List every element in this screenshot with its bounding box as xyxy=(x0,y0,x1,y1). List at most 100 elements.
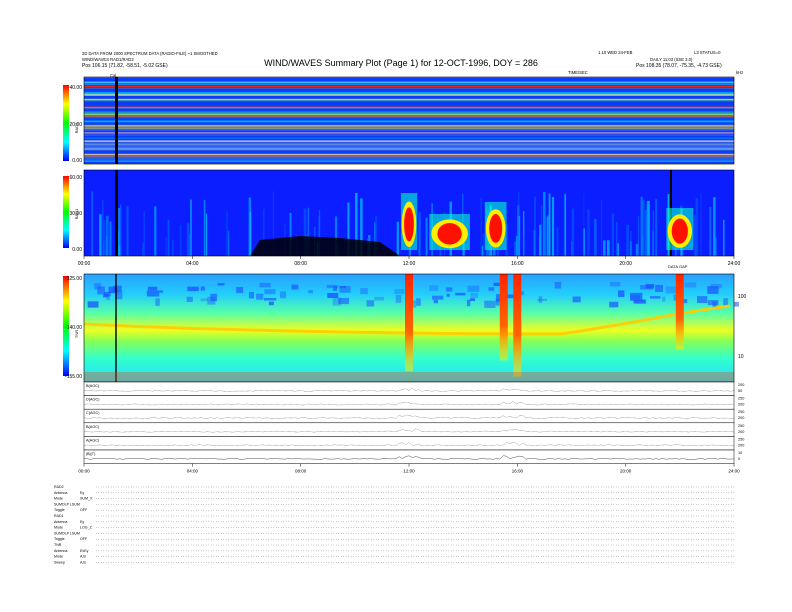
tnr-streak xyxy=(496,294,500,302)
rad2-band xyxy=(84,91,734,93)
trace-panel-frame xyxy=(83,408,735,424)
footer-row-value: A,B xyxy=(80,555,86,559)
tnr-streak xyxy=(263,297,277,301)
rad1-streak xyxy=(655,199,657,256)
tnr-streak xyxy=(146,290,160,297)
rad1-streak xyxy=(564,194,566,256)
footer-row-label: SUMDLP LSUM xyxy=(54,502,80,506)
trace-xtick-label: 04:00 xyxy=(187,469,199,474)
trace-right-tick: 200 xyxy=(738,430,744,434)
footer-row-label: SUMDLP LSUM xyxy=(54,531,80,535)
trace-panel-frame xyxy=(83,381,735,396)
tnr-burst xyxy=(405,274,413,372)
rad2-band xyxy=(84,113,734,115)
tnr-low-band xyxy=(84,372,734,382)
rad1-xtick-label: 24:00 xyxy=(728,261,741,267)
rad2-band xyxy=(84,157,734,159)
trace-panel-frame xyxy=(83,449,735,464)
rad2-feature-band xyxy=(84,98,734,101)
tnr-streak xyxy=(200,298,209,302)
rad1-streak xyxy=(640,196,643,256)
rad2-band xyxy=(84,147,734,149)
tnr-streak xyxy=(217,283,225,286)
rad1-cal-gap xyxy=(115,170,118,256)
tnr-streak xyxy=(538,296,543,303)
rad1-streak xyxy=(189,199,192,256)
tnr-streak xyxy=(187,286,199,292)
rad1-panel: RAD1 60.00 30.00 0.00 DATA GAP 00:00 04:0… xyxy=(63,169,741,269)
rad1-xtick-label: 20:00 xyxy=(619,261,632,267)
trace-right-tick: 200 xyxy=(738,403,744,407)
rad2-band xyxy=(84,129,734,131)
rad1-streak xyxy=(539,224,542,256)
tnr-streak xyxy=(236,286,244,294)
tnr-streak xyxy=(394,289,405,294)
footer-row-label: Toggle xyxy=(54,508,65,512)
rad1-streak xyxy=(518,192,520,256)
rad1-streak xyxy=(480,197,482,256)
rad1-annotation: DATA GAP xyxy=(668,264,688,269)
tnr-panel: TNR -125.00 -140.00 -155.00 100 10 xyxy=(63,273,747,383)
rad1-streak xyxy=(547,214,550,256)
trace-right-tick: 0 xyxy=(738,457,740,461)
rad1-streak xyxy=(533,230,536,256)
rad1-burst-peak xyxy=(489,214,503,243)
footer-row-value: Ey xyxy=(80,520,84,524)
tnr-streak xyxy=(572,296,581,303)
footer-row-label: Sweep xyxy=(54,560,65,564)
trace-right-tick: 250 xyxy=(738,424,744,428)
trace-right-tick: 50 xyxy=(738,389,742,393)
rad1-xtick-label: 16:00 xyxy=(511,261,524,267)
tnr-streak xyxy=(429,285,439,291)
rad1-streak xyxy=(102,199,104,256)
rad1-streak xyxy=(172,239,174,256)
tnr-streak xyxy=(256,293,264,300)
rad2-band xyxy=(84,115,734,117)
footer-row-value: ExEy xyxy=(80,549,89,553)
rad2-band xyxy=(84,142,734,144)
trace-panel-frame xyxy=(83,422,735,437)
tnr-right-tick-1: 10 xyxy=(738,354,744,360)
rad1-streak xyxy=(644,210,648,256)
tnr-streak xyxy=(327,292,339,298)
rad1-streak xyxy=(142,242,144,256)
rad2-panel: RAD2 40.00 20.00 0.00 xyxy=(63,76,735,165)
rad1-streak xyxy=(154,206,157,256)
trace-panel-frame xyxy=(83,395,735,410)
tnr-streak xyxy=(109,290,119,293)
rad1-streak xyxy=(418,219,421,256)
tnr-streak xyxy=(655,284,663,292)
trace-label: A(AGC) xyxy=(86,438,100,442)
rad1-streak xyxy=(587,209,590,256)
rad2-band xyxy=(84,160,734,162)
tnr-cal-line xyxy=(115,274,117,382)
tnr-streak xyxy=(264,289,276,295)
rad1-streak xyxy=(109,221,112,256)
footer-row-value: OFF xyxy=(80,508,88,512)
trace-label: B(AGC) xyxy=(86,425,100,429)
trace-right-tick: 200 xyxy=(738,416,744,420)
rad1-ytick-1: 30.00 xyxy=(69,211,82,217)
tnr-streak xyxy=(734,301,739,307)
footer-row-value: LOG_Z xyxy=(80,526,93,530)
tnr-streak xyxy=(87,301,99,308)
rad1-streak xyxy=(120,204,122,256)
rad1-xtick-label: 08:00 xyxy=(294,261,307,267)
rad2-ytick-2: 0.00 xyxy=(72,158,82,164)
rad2-cal-gap xyxy=(115,77,118,164)
rad2-band xyxy=(84,154,734,156)
trace-xtick-label: 12:00 xyxy=(403,469,415,474)
rad1-streak xyxy=(601,200,603,256)
rad2-band xyxy=(84,155,734,158)
rad2-band xyxy=(84,158,734,160)
tnr-streak xyxy=(446,287,453,292)
trace-right-tick: 250 xyxy=(738,410,744,414)
tnr-streak xyxy=(707,286,719,294)
rad1-streak xyxy=(594,218,597,256)
rad1-streak xyxy=(205,213,208,256)
rad2-band xyxy=(84,107,734,109)
tnr-streak xyxy=(360,288,368,295)
trace-label: C(AGC) xyxy=(86,411,100,415)
trace-xtick-label: 20:00 xyxy=(620,469,632,474)
tnr-streak xyxy=(159,290,163,293)
